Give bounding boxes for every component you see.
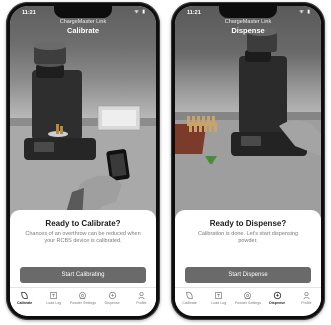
app-name: ChargeMaster Link [224,19,272,25]
powder-settings-icon [79,292,87,300]
phone-dispense: 11:21 ᯤ ▮ ChargeMaster Link Dispense Rea… [171,2,325,320]
dispense-icon [108,291,116,300]
calibrate-screen: 11:21 ᯤ ▮ ChargeMaster Link Calibrate Re… [10,6,156,316]
tab-dispense[interactable]: Dispense [98,288,126,305]
tab-powder-settings[interactable]: Powder Settings [69,288,97,305]
load-log-icon [215,291,223,300]
sheet-heading: Ready to Dispense? [209,219,287,228]
signal-battery-icon: ᯤ ▮ [299,9,311,15]
sheet-heading: Ready to Calibrate? [45,219,121,228]
tab-load-log[interactable]: Load Log [205,288,233,305]
tab-bar: Calibrate Load Log Powder Settings Dispe… [10,287,156,312]
page-title: Calibrate [66,26,100,35]
status-bar: 11:21 ᯤ ▮ [175,8,321,18]
calibrate-hero-photo [10,6,156,220]
tab-label: Load Log [46,301,62,305]
sheet-body: Chances of an overthrow can be reduced w… [25,231,141,244]
tab-label: Profile [301,301,312,305]
tab-calibrate[interactable]: Calibrate [11,288,39,305]
powder-settings-icon [244,292,252,300]
tab-profile[interactable]: Profile [292,288,320,305]
tab-label: Dispense [269,301,286,305]
app-header: ChargeMaster Link Dispense [175,19,321,35]
tab-dispense[interactable]: Dispense [263,288,291,305]
tab-label: Powder Settings [234,301,262,305]
tab-bar: Calibrate Load Log Powder Settings Dispe… [175,287,321,312]
load-log-icon [50,291,58,300]
signal-battery-icon: ᯤ ▮ [134,9,146,15]
tab-label: Dispense [104,301,120,305]
status-bar: 11:21 ᯤ ▮ [10,8,156,18]
dispense-screen: 11:21 ᯤ ▮ ChargeMaster Link Dispense Rea… [175,6,321,316]
tab-calibrate[interactable]: Calibrate [176,288,204,305]
profile-icon [138,292,145,300]
sheet-body: Calibration is done. Let's start dispens… [197,231,299,244]
calibrate-icon [21,291,28,300]
tab-powder-settings[interactable]: Powder Settings [234,288,262,305]
start-calibrating-button[interactable]: Start Calibrating [20,267,146,283]
app-name: ChargeMaster Link [59,19,107,25]
status-time: 11:21 [187,10,201,16]
page-title: Dispense [231,26,265,35]
dispense-hero-photo [175,6,321,220]
tab-label: Powder Settings [69,301,97,305]
phone-calibrate: 11:21 ᯤ ▮ ChargeMaster Link Calibrate Re… [6,2,160,320]
tab-label: Calibrate [16,301,33,305]
dispense-icon [273,291,281,300]
tab-label: Load Log [211,301,227,305]
status-time: 11:21 [22,10,36,16]
tab-load-log[interactable]: Load Log [40,288,68,305]
start-dispense-button[interactable]: Start Dispense [185,267,311,283]
tab-profile[interactable]: Profile [127,288,155,305]
tab-label: Calibrate [182,301,197,305]
calibrate-icon [186,291,193,300]
profile-icon [303,292,310,300]
tab-label: Profile [136,301,147,305]
app-header: ChargeMaster Link Calibrate [10,19,156,35]
